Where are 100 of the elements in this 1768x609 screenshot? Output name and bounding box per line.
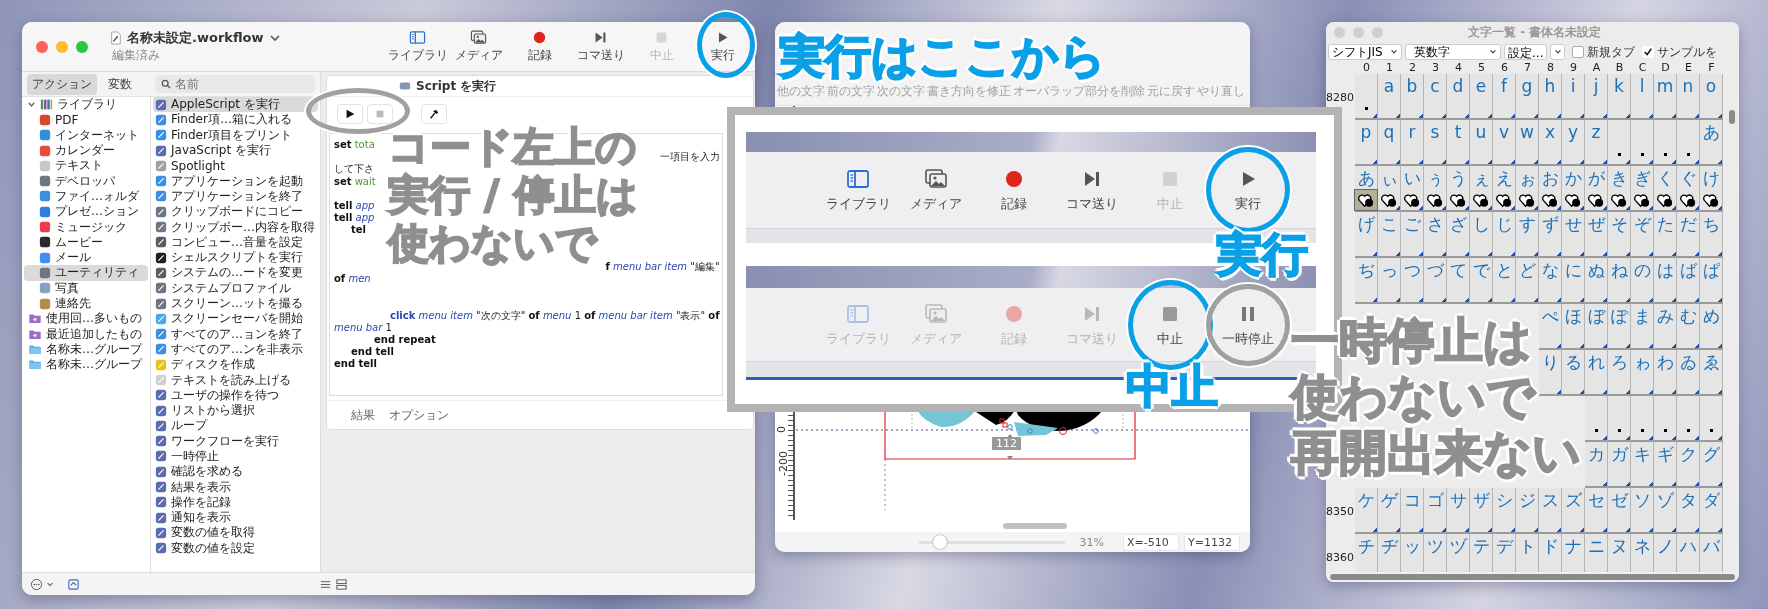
- character-cell[interactable]: ぺ: [1539, 304, 1562, 350]
- character-cell[interactable]: バ: [1700, 534, 1723, 572]
- character-cell[interactable]: あ: [1700, 120, 1723, 166]
- character-cell[interactable]: [1585, 396, 1608, 442]
- character-cell[interactable]: s: [1424, 120, 1447, 166]
- run-script-button[interactable]: [337, 104, 363, 124]
- character-cell[interactable]: ギ: [1654, 442, 1677, 488]
- action-item[interactable]: JavaScript を実行: [153, 142, 318, 159]
- character-cell[interactable]: [1677, 120, 1700, 166]
- action-item[interactable]: 変数の値を取得: [153, 525, 318, 541]
- character-cell[interactable]: に: [1562, 258, 1585, 304]
- action-item[interactable]: AppleScript を実行: [153, 97, 318, 113]
- character-cell[interactable]: q: [1378, 120, 1401, 166]
- character-cell[interactable]: り: [1539, 350, 1562, 396]
- character-cell[interactable]: さ: [1424, 212, 1447, 258]
- character-cell[interactable]: w: [1516, 120, 1539, 166]
- character-cell[interactable]: o: [1700, 74, 1723, 120]
- media-button[interactable]: メディア: [454, 29, 503, 64]
- character-cell[interactable]: ズ: [1562, 488, 1585, 534]
- character-cell[interactable]: ド: [1539, 534, 1562, 572]
- character-cell[interactable]: [1654, 396, 1677, 442]
- character-cell[interactable]: [1700, 396, 1723, 442]
- character-cell[interactable]: ゼ: [1608, 488, 1631, 534]
- character-cell[interactable]: ぞ: [1631, 212, 1654, 258]
- run-button[interactable]: 実行: [1235, 167, 1261, 213]
- character-cell[interactable]: の: [1631, 258, 1654, 304]
- action-item[interactable]: Spotlight: [153, 158, 318, 174]
- character-cell[interactable]: ゑ: [1700, 350, 1723, 396]
- character-cell[interactable]: ぎ: [1631, 166, 1654, 212]
- action-item[interactable]: システムプロファイル: [153, 280, 318, 296]
- character-cell[interactable]: ま: [1631, 304, 1654, 350]
- action-item[interactable]: クリップボー…内容を取得: [153, 219, 318, 235]
- character-cell[interactable]: ぬ: [1585, 258, 1608, 304]
- minimize-button[interactable]: [56, 40, 68, 53]
- action-item[interactable]: 操作を記録: [153, 494, 318, 510]
- search-field[interactable]: 名前: [155, 75, 315, 93]
- toolbar-button[interactable]: 他の文字: [777, 83, 825, 100]
- character-cell[interactable]: チ: [1355, 534, 1378, 572]
- library-button[interactable]: ライブラリ: [825, 167, 891, 213]
- library-item[interactable]: メール: [24, 249, 148, 266]
- compile-button[interactable]: [421, 104, 447, 124]
- character-cell[interactable]: d: [1447, 74, 1470, 120]
- card-tab[interactable]: オプション: [389, 406, 449, 424]
- character-cell[interactable]: は: [1654, 258, 1677, 304]
- action-item[interactable]: リストから選択: [153, 402, 318, 419]
- character-cell[interactable]: が: [1585, 166, 1608, 212]
- toolbar-button[interactable]: やり直し: [1197, 83, 1245, 100]
- character-cell[interactable]: ツ: [1424, 534, 1447, 572]
- library-item[interactable]: テキスト: [24, 158, 148, 174]
- character-cell[interactable]: だ: [1677, 212, 1700, 258]
- character-cell[interactable]: [1654, 120, 1677, 166]
- character-cell[interactable]: m: [1654, 74, 1677, 120]
- character-cell[interactable]: デ: [1493, 534, 1516, 572]
- action-item[interactable]: システムの…ードを変更: [153, 265, 318, 281]
- character-cell[interactable]: づ: [1424, 258, 1447, 304]
- character-cell[interactable]: ゲ: [1378, 488, 1401, 534]
- character-cell[interactable]: く: [1654, 166, 1677, 212]
- character-cell[interactable]: ノ: [1654, 534, 1677, 572]
- record-button[interactable]: 記録: [1001, 167, 1027, 213]
- library-item[interactable]: 名称未…グループ: [24, 341, 148, 358]
- minimize-button[interactable]: [1353, 26, 1364, 38]
- close-button[interactable]: [36, 40, 48, 53]
- action-item[interactable]: 確認を求める: [153, 464, 318, 480]
- library-item[interactable]: PDF: [24, 112, 148, 128]
- character-cell[interactable]: キ: [1631, 442, 1654, 488]
- step-button[interactable]: コマ送り: [576, 29, 625, 64]
- character-cell[interactable]: [1677, 396, 1700, 442]
- character-cell[interactable]: ぇ: [1470, 166, 1493, 212]
- character-cell[interactable]: め: [1700, 304, 1723, 350]
- character-cell[interactable]: ッ: [1401, 534, 1424, 572]
- action-item[interactable]: 通知を表示: [153, 510, 318, 526]
- action-item[interactable]: アプリケーションを終了: [153, 188, 318, 205]
- library-item[interactable]: 最近追加したもの: [24, 326, 148, 342]
- character-cell[interactable]: l: [1631, 74, 1654, 120]
- character-cell[interactable]: ネ: [1631, 534, 1654, 572]
- character-cell[interactable]: い: [1401, 166, 1424, 212]
- slider-thumb[interactable]: [933, 535, 948, 549]
- record-button[interactable]: 記録: [527, 29, 552, 64]
- character-cell[interactable]: ケ: [1355, 488, 1378, 534]
- character-cell[interactable]: む: [1677, 304, 1700, 350]
- character-cell[interactable]: h: [1539, 74, 1562, 120]
- character-cell[interactable]: f: [1493, 74, 1516, 120]
- character-cell[interactable]: r: [1401, 120, 1424, 166]
- character-cell[interactable]: g: [1516, 74, 1539, 120]
- character-cell[interactable]: で: [1470, 258, 1493, 304]
- character-cell[interactable]: y: [1562, 120, 1585, 166]
- library-item[interactable]: ファイ…ォルダ: [24, 188, 148, 205]
- character-cell[interactable]: z: [1585, 120, 1608, 166]
- log-icon[interactable]: [67, 577, 80, 591]
- run-button[interactable]: 実行: [710, 29, 735, 64]
- character-cell[interactable]: ろ: [1608, 350, 1631, 396]
- action-item[interactable]: テキストを読み上げる: [153, 372, 318, 388]
- character-cell[interactable]: i: [1562, 74, 1585, 120]
- toolbar-button[interactable]: 書き方向を修正: [927, 83, 1011, 100]
- character-cell[interactable]: ぃ: [1378, 166, 1401, 212]
- sidebar-tab[interactable]: アクション: [27, 73, 97, 95]
- action-item[interactable]: ユーザの操作を待つ: [153, 387, 318, 403]
- library-item[interactable]: 名称未…グループ: [24, 357, 148, 373]
- character-cell[interactable]: し: [1470, 212, 1493, 258]
- character-cell[interactable]: [1631, 396, 1654, 442]
